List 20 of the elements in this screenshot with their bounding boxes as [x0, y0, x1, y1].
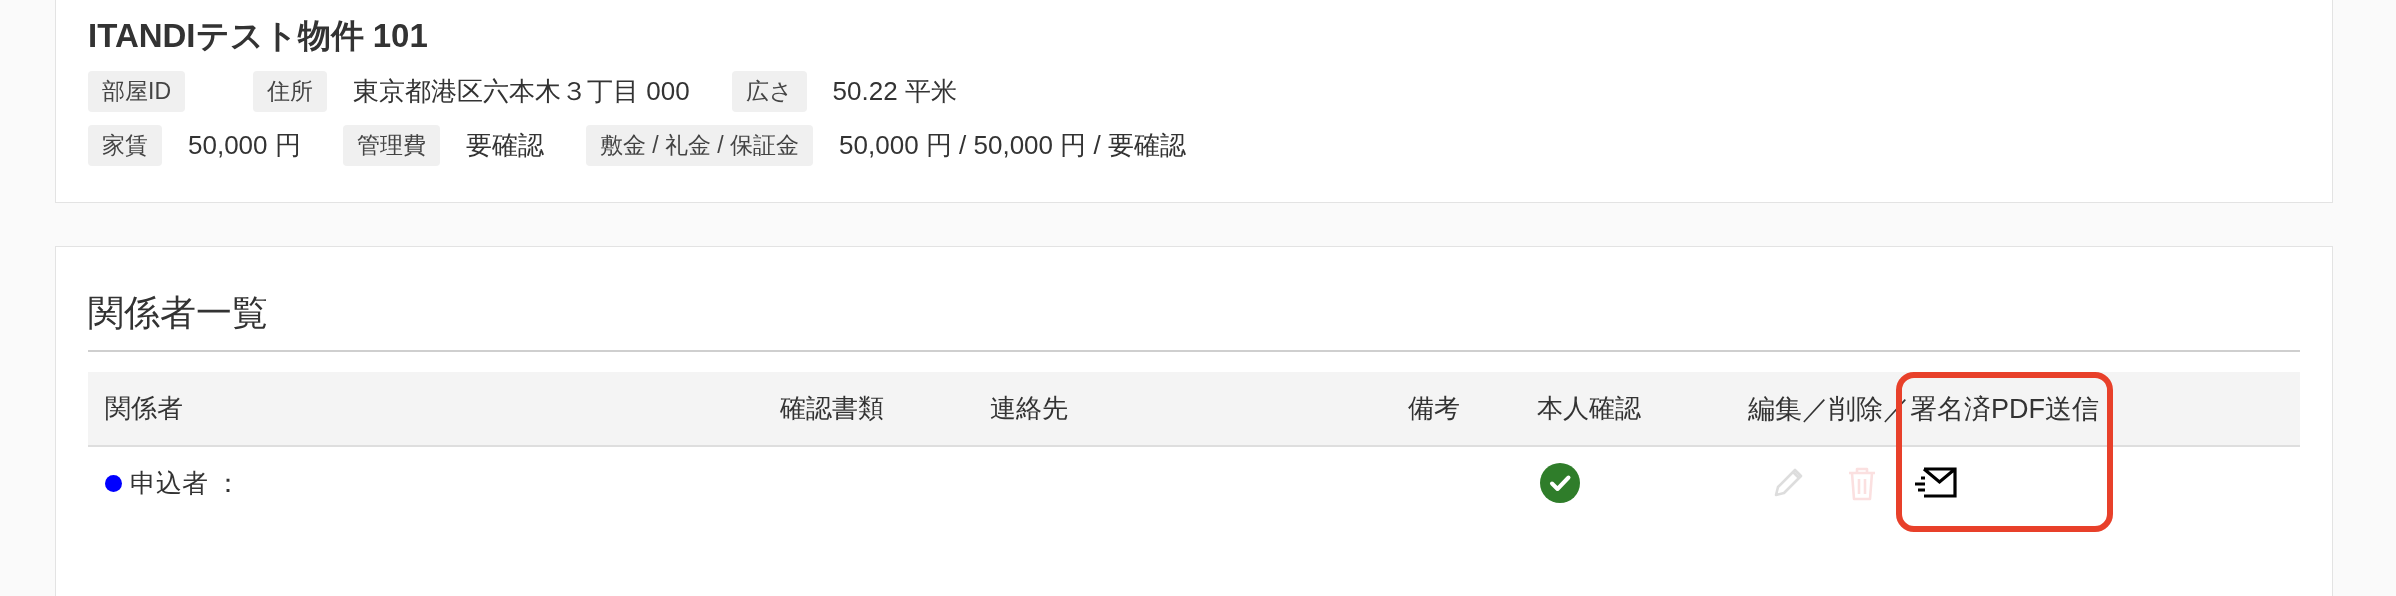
field-value: 50,000 円 / 50,000 円 / 要確認 — [839, 129, 1186, 162]
column-header: 関係者 — [105, 393, 183, 423]
column-header: 備考 — [1408, 393, 1460, 423]
field-value: 50,000 円 — [188, 129, 301, 162]
field-value: 東京都港区六本木３丁目 000 — [353, 75, 690, 108]
field-label: 住所 — [253, 71, 327, 112]
party-name: 申込者 ： — [130, 466, 242, 500]
field-label: 家賃 — [88, 125, 162, 166]
column-header: 連絡先 — [990, 393, 1068, 423]
field-value: 50.22 平米 — [832, 75, 957, 108]
field-label: 部屋ID — [88, 71, 185, 112]
field-value: 要確認 — [465, 129, 544, 162]
field-label: 広さ — [731, 71, 807, 112]
section-title: 関係者一覧 — [88, 289, 2300, 352]
column-header: 確認書類 — [780, 393, 884, 423]
property-title: ITANDIテスト物件 101 — [88, 16, 429, 56]
send-mail-icon[interactable] — [1912, 465, 1958, 501]
field-label: 管理費 — [342, 125, 440, 166]
column-header: 本人確認 — [1537, 393, 1641, 423]
field-label: 敷金 / 礼金 / 保証金 — [585, 125, 814, 166]
